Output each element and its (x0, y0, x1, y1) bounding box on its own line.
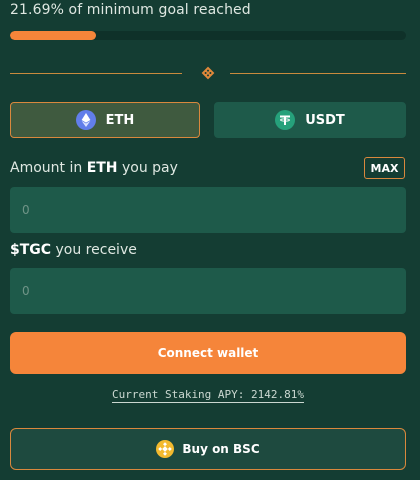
token-eth-button[interactable]: ETH (10, 102, 200, 138)
staking-apy-link[interactable]: Current Staking APY: 2142.81% (0, 388, 416, 403)
tether-icon (275, 110, 296, 130)
goal-progress-fill (10, 31, 96, 40)
divider-line-right (230, 73, 406, 74)
staking-apy-text: Current Staking APY: 2142.81% (111, 388, 305, 403)
receive-label-token: $TGC (10, 242, 52, 258)
pay-label-prefix: Amount in (10, 160, 87, 176)
bnb-icon (156, 440, 175, 458)
max-button[interactable]: MAX (364, 157, 405, 179)
goal-progress-bar (10, 31, 406, 40)
token-usdt-label: USDT (305, 112, 345, 128)
buy-on-bsc-button[interactable]: Buy on BSC (10, 428, 406, 470)
pay-label-suffix: you pay (117, 160, 178, 176)
pay-amount-input[interactable] (10, 187, 406, 233)
diamond-dots-icon (201, 66, 215, 80)
token-usdt-button[interactable]: USDT (214, 102, 406, 138)
receive-amount-label: $TGC you receive (10, 242, 137, 258)
buy-on-bsc-label: Buy on BSC (182, 442, 260, 456)
token-eth-label: ETH (105, 112, 135, 128)
section-divider (10, 66, 406, 80)
ethereum-icon (75, 110, 96, 130)
pay-label-token: ETH (86, 160, 118, 176)
goal-progress-label: 21.69% of minimum goal reached (10, 2, 251, 18)
divider-line-left (10, 73, 182, 74)
receive-amount-input[interactable] (10, 268, 406, 314)
receive-label-suffix: you receive (51, 242, 137, 258)
pay-amount-label: Amount in ETH you pay (10, 160, 178, 176)
connect-wallet-button[interactable]: Connect wallet (10, 332, 406, 374)
